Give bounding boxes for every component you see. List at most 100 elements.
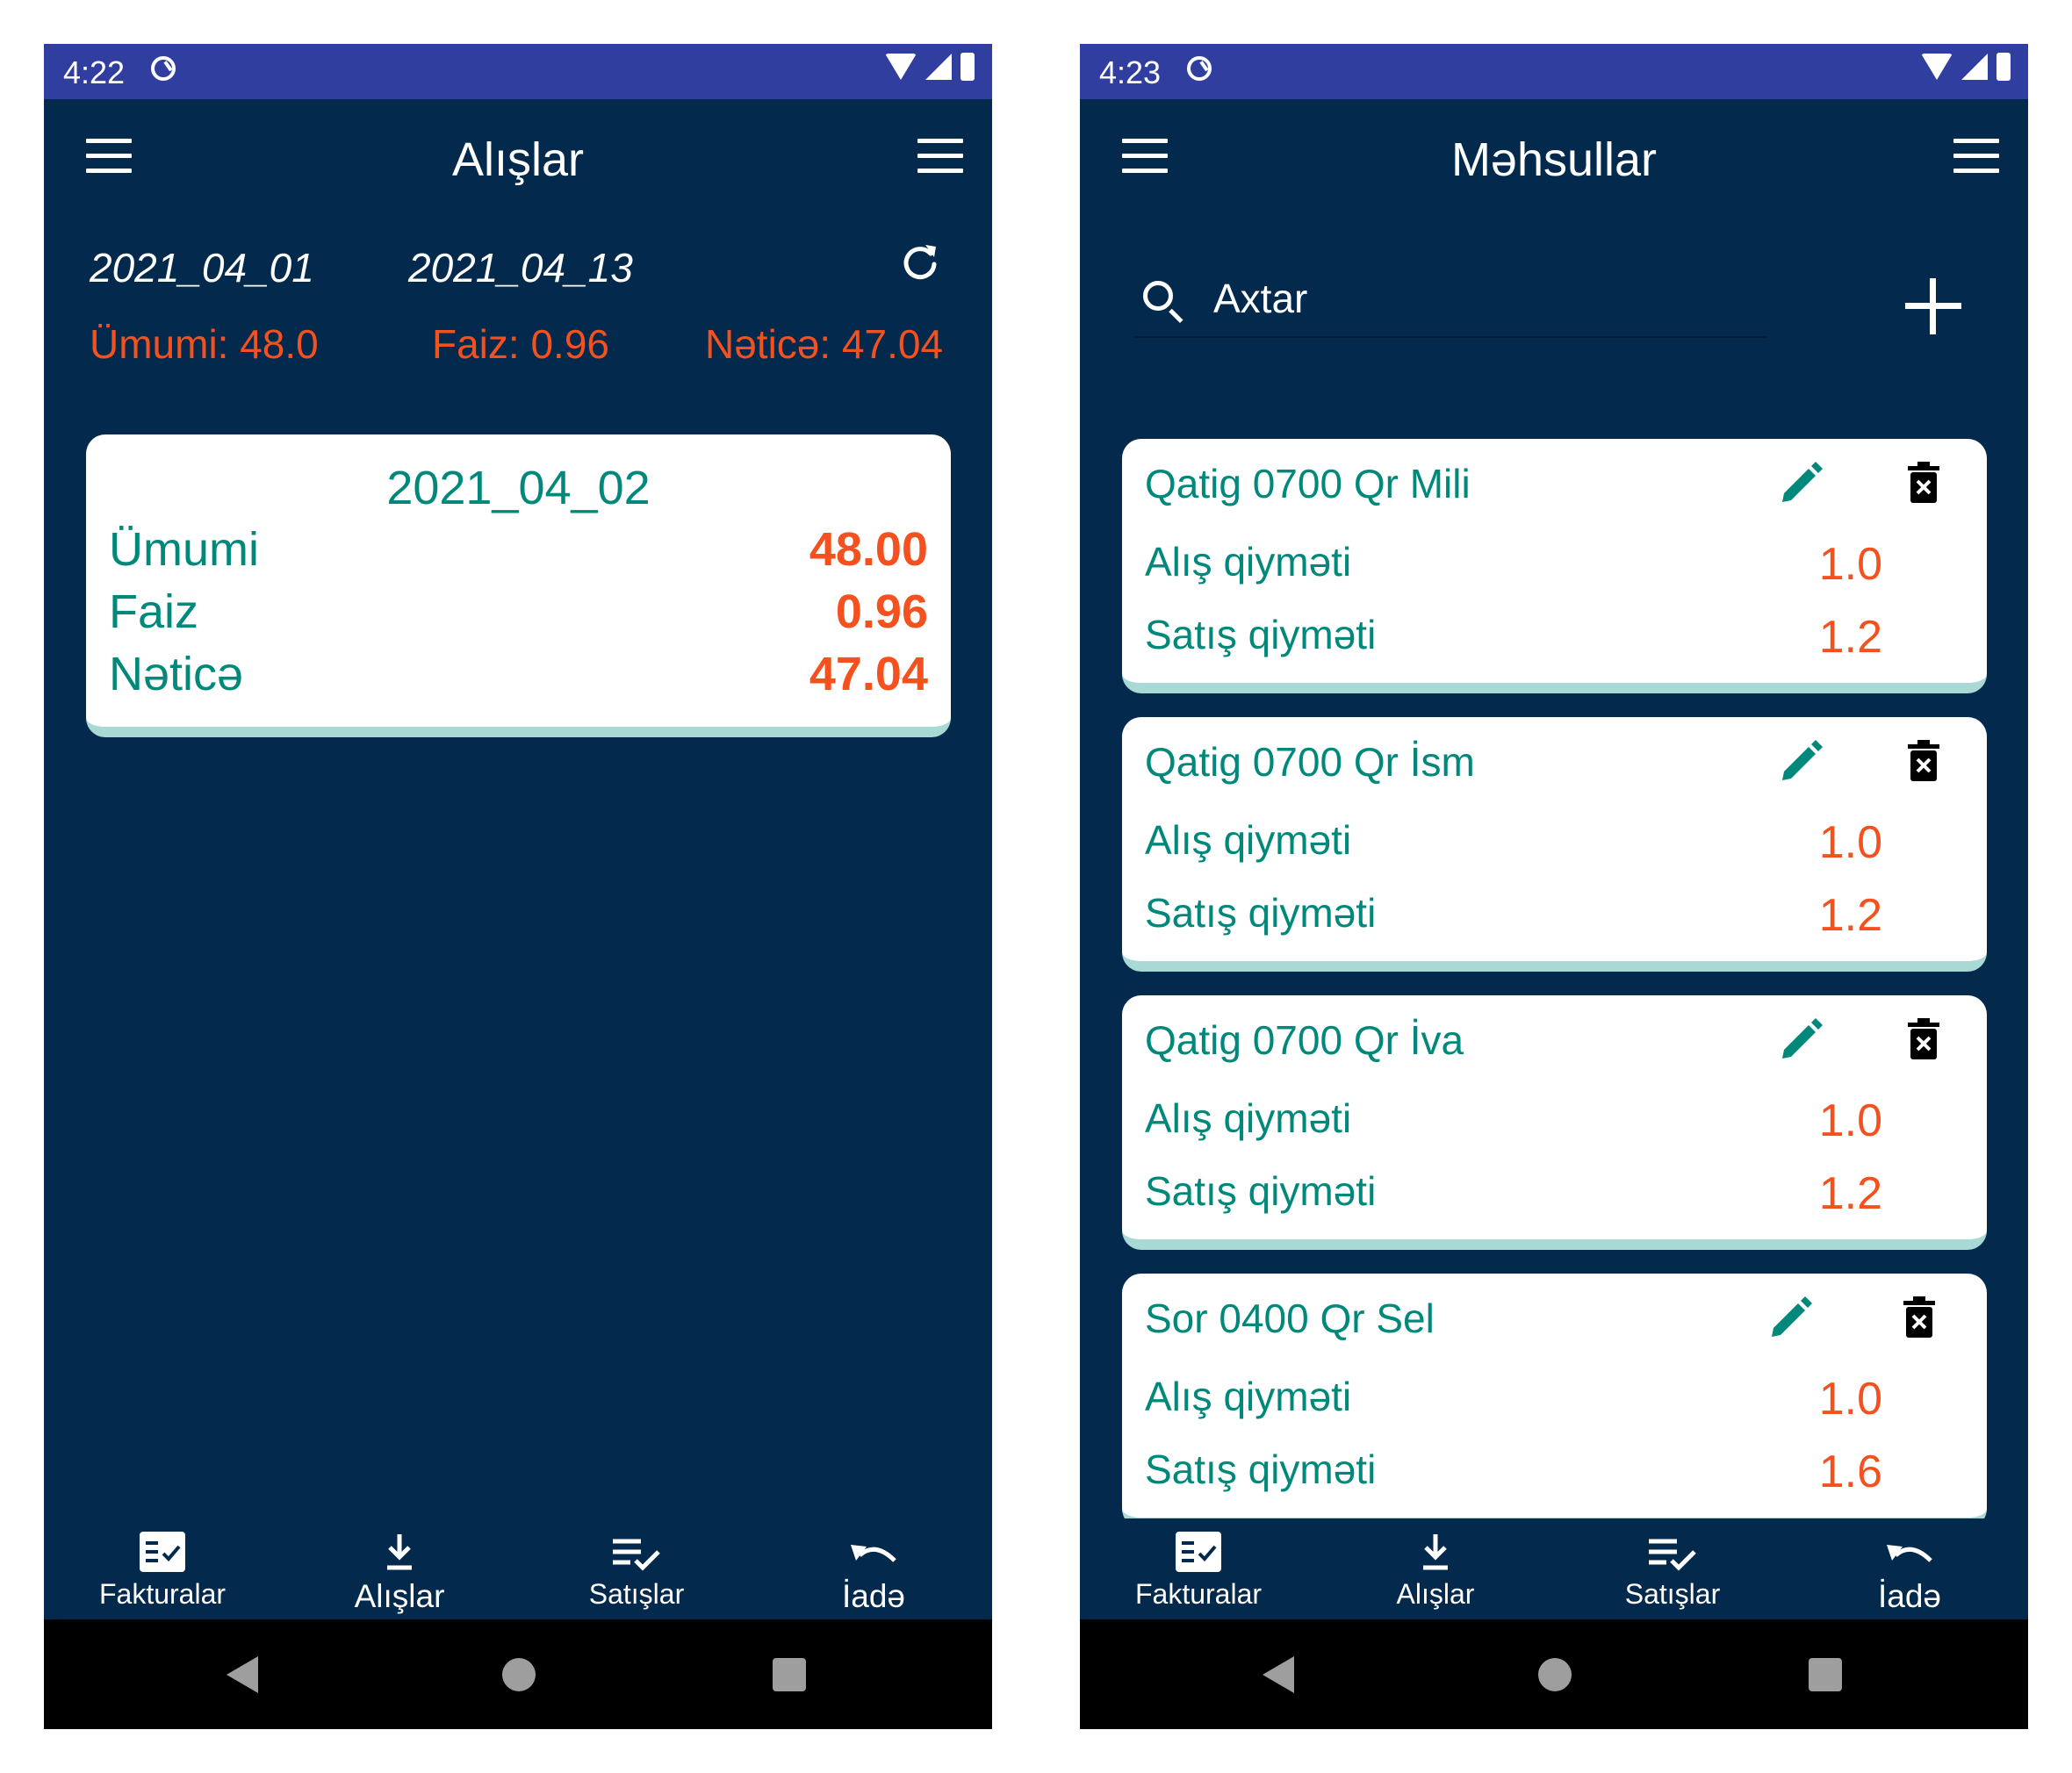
status-time: 4:22 bbox=[63, 54, 126, 90]
buy-price-value: 1.0 bbox=[1818, 817, 1882, 868]
edit-icon[interactable] bbox=[1768, 1295, 1814, 1340]
page-title: Məhsullar bbox=[1450, 133, 1658, 186]
nav-item-purchases[interactable]: Alışlar bbox=[281, 1518, 518, 1615]
recent-apps-icon[interactable] bbox=[773, 1658, 806, 1691]
nav-item-returns[interactable]: İadə bbox=[1791, 1518, 2028, 1615]
system-navigation-bar bbox=[1080, 1619, 2028, 1729]
undo-icon bbox=[1887, 1545, 1932, 1562]
page-title: Alışlar bbox=[451, 133, 585, 186]
app-bar: Alışlar bbox=[44, 99, 992, 213]
battery-icon bbox=[960, 53, 975, 81]
bottom-navigation: Fakturalar Alışlar Satışlar İadə bbox=[44, 1518, 992, 1619]
status-time: 4:23 bbox=[1099, 54, 1162, 90]
sell-price-label: Satış qiyməti bbox=[1145, 612, 1377, 657]
product-card[interactable]: Qatig 0700 Qr İsm Alış qiyməti 1.0 Satış… bbox=[1122, 717, 1987, 972]
checklist-icon bbox=[613, 1539, 660, 1571]
back-icon[interactable] bbox=[1263, 1656, 1294, 1693]
add-product-icon[interactable] bbox=[1905, 278, 1961, 334]
download-icon bbox=[1423, 1534, 1448, 1570]
delete-icon[interactable] bbox=[1906, 462, 1941, 504]
invoice-value: 48.00 bbox=[809, 523, 928, 576]
nav-label: Satışlar bbox=[588, 1578, 685, 1610]
date-from[interactable]: 2021_04_01 bbox=[90, 244, 314, 291]
invoice-label: Ümumi bbox=[109, 523, 259, 576]
sell-price-label: Satış qiyməti bbox=[1145, 890, 1377, 936]
app-notification-icon bbox=[151, 56, 176, 81]
checklist-icon bbox=[1649, 1539, 1696, 1571]
nav-item-invoices[interactable]: Fakturalar bbox=[44, 1518, 281, 1611]
status-bar: 4:22 bbox=[44, 44, 992, 99]
product-list[interactable]: Qatig 0700 Qr Mili Alış qiyməti 1.0 Satı… bbox=[1080, 439, 2028, 1518]
search-icon bbox=[1143, 281, 1173, 311]
product-card[interactable]: Qatig 0700 Qr İva Alış qiyməti 1.0 Satış… bbox=[1122, 995, 1987, 1250]
invoice-value: 47.04 bbox=[809, 648, 928, 700]
delete-icon[interactable] bbox=[1906, 740, 1941, 782]
buy-price-value: 1.0 bbox=[1818, 1095, 1882, 1146]
invoice-label: Faiz bbox=[109, 585, 199, 638]
buy-price-value: 1.0 bbox=[1818, 539, 1882, 590]
buy-price-label: Alış qiyməti bbox=[1145, 1095, 1352, 1141]
invoice-date: 2021_04_02 bbox=[386, 462, 651, 514]
edit-icon[interactable] bbox=[1779, 1016, 1824, 1062]
nav-label: Alışlar bbox=[1396, 1578, 1475, 1610]
edit-icon[interactable] bbox=[1779, 460, 1824, 506]
nav-item-returns[interactable]: İadə bbox=[755, 1518, 992, 1615]
recent-apps-icon[interactable] bbox=[1809, 1658, 1842, 1691]
buy-price-label: Alış qiyməti bbox=[1145, 539, 1352, 585]
invoice-icon bbox=[1176, 1532, 1221, 1572]
invoice-card[interactable]: 2021_04_02 Ümumi 48.00 Faiz 0.96 Nəticə … bbox=[86, 434, 951, 737]
nav-label: Fakturalar bbox=[1134, 1578, 1263, 1610]
sell-price-value: 1.2 bbox=[1818, 890, 1882, 941]
app-bar: Məhsullar bbox=[1080, 99, 2028, 213]
product-name: Qatig 0700 Qr Mili bbox=[1145, 461, 1471, 506]
product-name: Qatig 0700 Qr İsm bbox=[1145, 739, 1475, 785]
summary-result: Nəticə: 47.04 bbox=[705, 321, 944, 367]
nav-label: İadə bbox=[841, 1578, 905, 1614]
product-card[interactable]: Sor 0400 Qr Sel Alış qiyməti 1.0 Satış q… bbox=[1122, 1274, 1987, 1518]
product-card[interactable]: Qatig 0700 Qr Mili Alış qiyməti 1.0 Satı… bbox=[1122, 439, 1987, 693]
sell-price-label: Satış qiyməti bbox=[1145, 1446, 1377, 1492]
back-icon[interactable] bbox=[227, 1656, 258, 1693]
buy-price-label: Alış qiyməti bbox=[1145, 817, 1352, 863]
edit-icon[interactable] bbox=[1779, 738, 1824, 784]
download-icon bbox=[387, 1534, 412, 1570]
battery-icon bbox=[1996, 53, 2011, 81]
options-menu-icon[interactable] bbox=[917, 139, 963, 173]
nav-label: Fakturalar bbox=[98, 1578, 227, 1610]
delete-icon[interactable] bbox=[1902, 1296, 1937, 1339]
invoice-value: 0.96 bbox=[835, 585, 928, 638]
sell-price-value: 1.2 bbox=[1818, 612, 1882, 663]
nav-item-invoices[interactable]: Fakturalar bbox=[1080, 1518, 1317, 1611]
wifi-icon bbox=[1921, 54, 1953, 80]
sell-price-value: 1.2 bbox=[1818, 1168, 1882, 1219]
invoice-icon bbox=[140, 1532, 185, 1572]
status-bar: 4:23 bbox=[1080, 44, 2028, 99]
sell-price-value: 1.6 bbox=[1818, 1446, 1882, 1497]
invoice-label: Nəticə bbox=[109, 648, 244, 700]
undo-icon bbox=[851, 1545, 896, 1562]
buy-price-label: Alış qiyməti bbox=[1145, 1374, 1352, 1419]
nav-item-purchases[interactable]: Alışlar bbox=[1317, 1518, 1554, 1611]
home-icon[interactable] bbox=[1538, 1658, 1572, 1691]
purchases-screen: 4:22 Alışlar 2021_04_01 2021_04_13 Ümumi… bbox=[44, 44, 992, 1729]
sell-price-label: Satış qiyməti bbox=[1145, 1168, 1377, 1214]
refresh-icon[interactable] bbox=[899, 241, 941, 284]
options-menu-icon[interactable] bbox=[1953, 139, 1999, 173]
nav-item-sales[interactable]: Satışlar bbox=[518, 1518, 755, 1611]
signal-icon bbox=[1961, 54, 1988, 80]
search-input[interactable] bbox=[1213, 274, 1740, 322]
nav-item-sales[interactable]: Satışlar bbox=[1554, 1518, 1791, 1611]
app-notification-icon bbox=[1187, 56, 1212, 81]
nav-label: Satışlar bbox=[1624, 1578, 1721, 1610]
summary-percent: Faiz: 0.96 bbox=[432, 321, 609, 367]
date-to[interactable]: 2021_04_13 bbox=[408, 244, 633, 291]
home-icon[interactable] bbox=[502, 1658, 536, 1691]
nav-label: Alışlar bbox=[354, 1578, 445, 1614]
summary-total: Ümumi: 48.0 bbox=[90, 321, 319, 367]
delete-icon[interactable] bbox=[1906, 1018, 1941, 1060]
product-name: Sor 0400 Qr Sel bbox=[1145, 1296, 1435, 1341]
bottom-navigation: Fakturalar Alışlar Satışlar İadə bbox=[1080, 1518, 2028, 1619]
nav-label: İadə bbox=[1877, 1578, 1941, 1614]
products-screen: 4:23 Məhsullar Qatig 0700 Qr Mili bbox=[1080, 44, 2028, 1729]
product-name: Qatig 0700 Qr İva bbox=[1145, 1017, 1464, 1063]
